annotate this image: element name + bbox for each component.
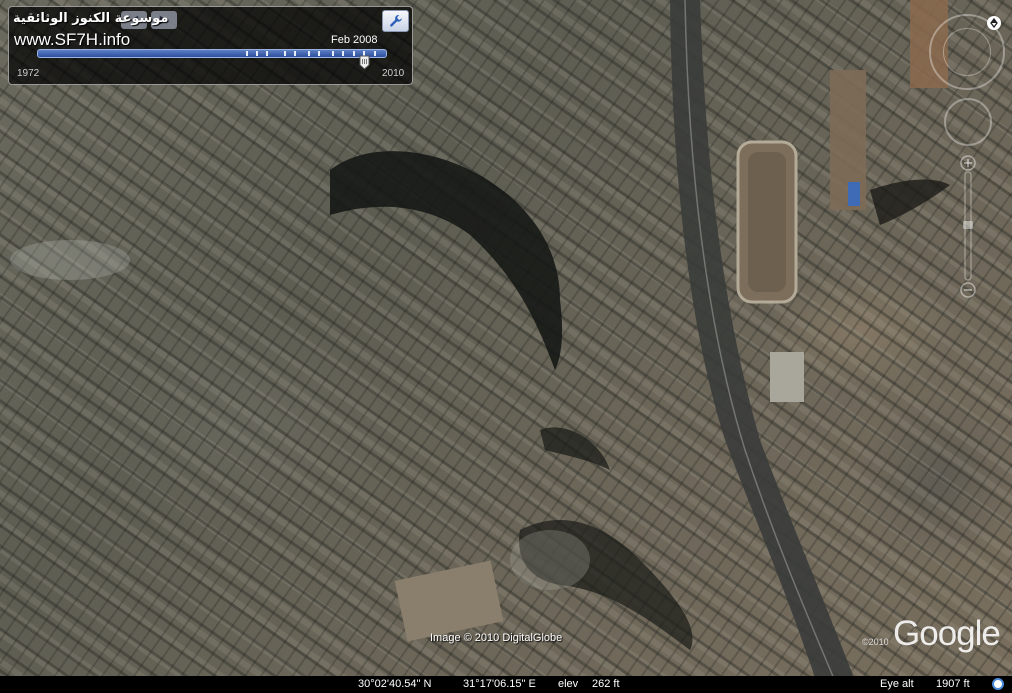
blue-building — [848, 182, 860, 206]
imagery-date-tick — [245, 51, 248, 56]
watermark-arabic: موسوعة الكنوز الوثائقية — [13, 11, 169, 26]
wrench-icon[interactable] — [382, 10, 409, 32]
imagery-date-tick — [318, 51, 321, 56]
eye-alt-label: Eye alt — [880, 678, 914, 690]
imagery-date-tick — [373, 51, 376, 56]
google-copyright-year: ©2010 — [862, 637, 889, 647]
imagery-date-tick — [255, 51, 258, 56]
satellite-map[interactable] — [0, 0, 1012, 693]
building-block-2 — [770, 352, 804, 402]
end-year-label: 2010 — [382, 68, 405, 79]
start-year-label: 1972 — [17, 68, 40, 79]
elevation-value: 262 ft — [592, 678, 620, 690]
move-ring-icon[interactable] — [944, 98, 992, 146]
imagery-credit: Image © 2010 DigitalGlobe — [430, 632, 563, 644]
rect-lot-inner — [748, 152, 786, 292]
zoom-slider-icon[interactable] — [960, 155, 976, 300]
watermark-url: www.SF7H.info — [14, 30, 131, 49]
imagery-date-tick — [266, 51, 269, 56]
latitude-readout: 30°02'40.54" N — [358, 678, 432, 690]
eye-alt-value: 1907 ft — [936, 678, 970, 690]
streaming-indicator-icon — [992, 678, 1004, 690]
elevation-label: elev — [558, 678, 579, 690]
imagery-date-ticks — [38, 50, 386, 57]
look-joystick[interactable] — [943, 28, 991, 76]
imagery-date-tick — [307, 51, 310, 56]
north-arrow-icon[interactable] — [987, 16, 1001, 30]
imagery-date-tick — [332, 51, 335, 56]
status-bar: 30°02'40.54" N 31°17'06.15" E elev 262 f… — [0, 676, 1012, 693]
plaza — [394, 560, 504, 642]
time-slider-panel: ◀ ▶ موسوعة الكنوز الوثائقية www.SF7H.inf… — [8, 6, 413, 85]
cliff-shadow-right — [870, 179, 950, 225]
imagery-date-tick — [294, 51, 297, 56]
time-slider-track[interactable] — [37, 49, 387, 58]
google-logo: Google — [893, 614, 1001, 653]
imagery-date-tick — [283, 51, 286, 56]
cliff-shadow-mid — [540, 427, 610, 470]
cliff-shadow — [330, 151, 563, 370]
map-features — [10, 0, 950, 693]
imagery-date-tick — [352, 51, 355, 56]
imagery-date-tick — [342, 51, 345, 56]
time-slider-thumb[interactable] — [359, 55, 370, 70]
current-date-label: Feb 2008 — [331, 34, 378, 46]
longitude-readout: 31°17'06.15" E — [463, 678, 536, 690]
